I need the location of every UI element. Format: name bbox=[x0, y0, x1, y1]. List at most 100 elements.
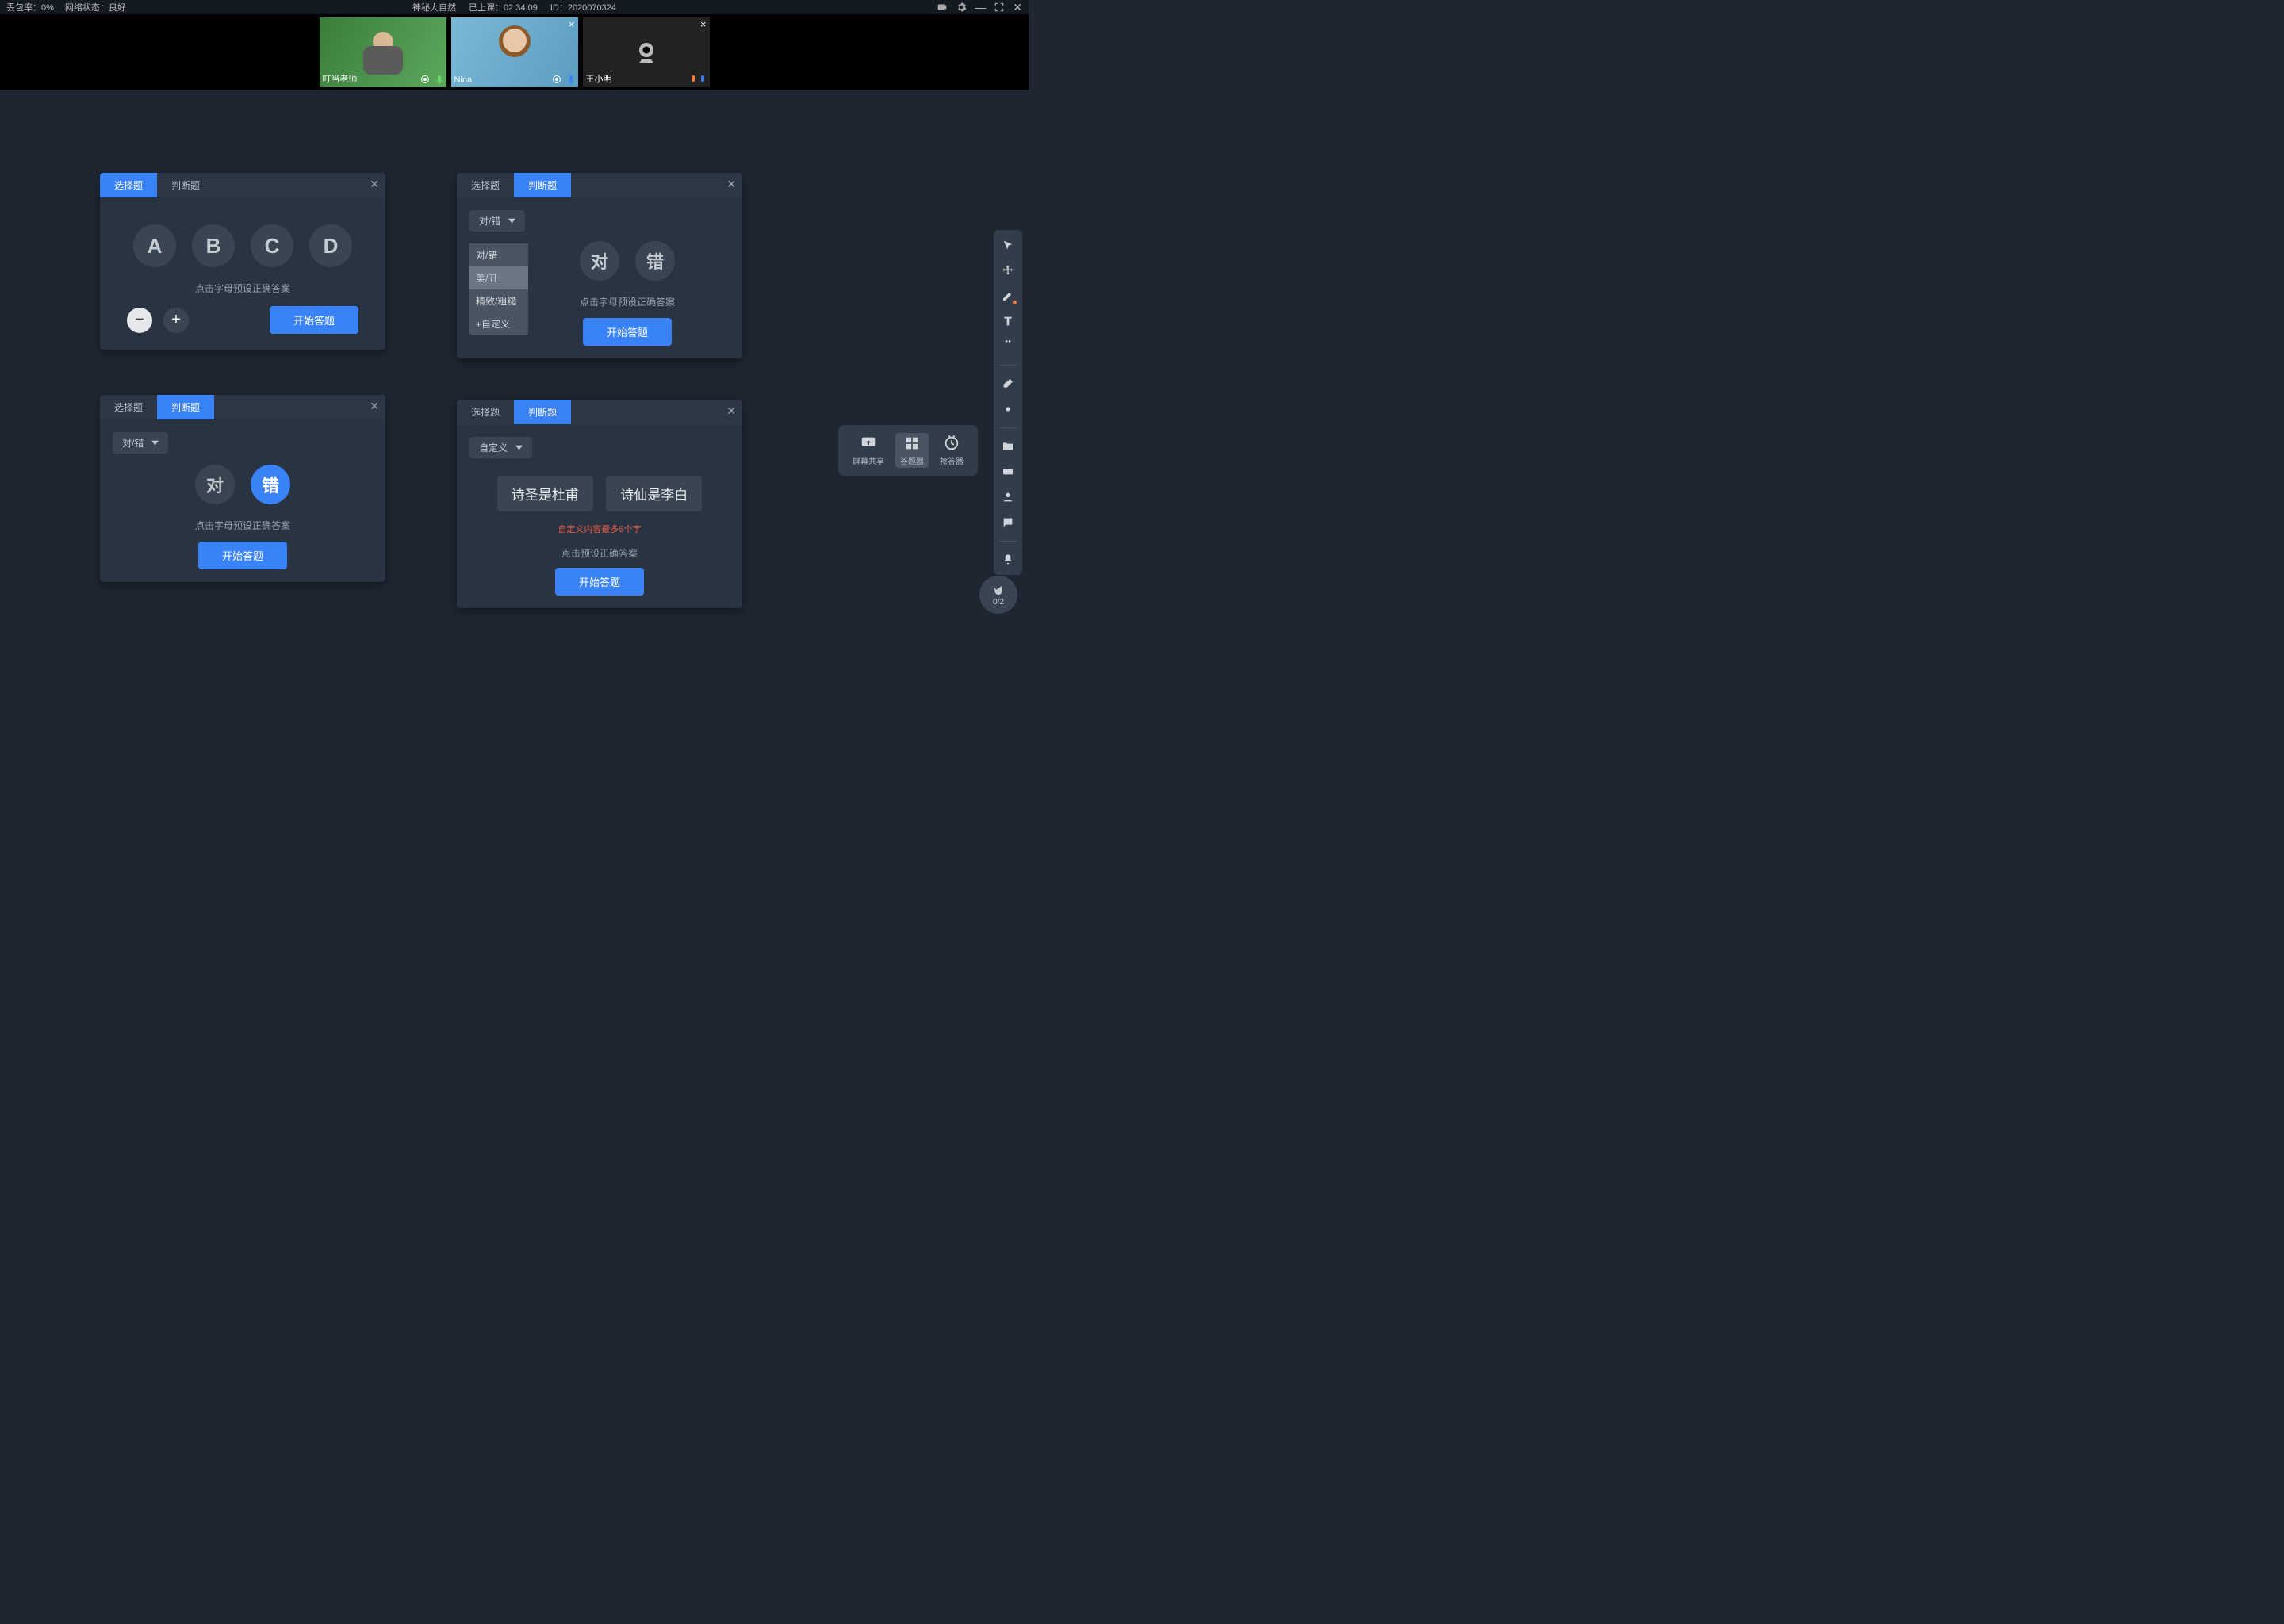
pen-tool[interactable] bbox=[999, 287, 1017, 304]
chat-tool[interactable] bbox=[999, 514, 1017, 531]
video-close-icon[interactable]: × bbox=[569, 19, 575, 29]
answer-panel-judge-dropdown: 选择题 判断题 ✕ 对/错 对/错 美/丑 精致/粗糙 +自定义 对 错 点击字… bbox=[457, 173, 742, 358]
video-bar: 叮当老师 × Nina × 王小明 bbox=[0, 14, 1029, 90]
mic-muted-icon bbox=[689, 75, 707, 85]
option-false[interactable]: 错 bbox=[251, 465, 290, 504]
tool-label: 抢答器 bbox=[940, 454, 964, 466]
option-b[interactable]: B bbox=[192, 224, 235, 267]
dropdown-item[interactable]: 美/丑 bbox=[469, 266, 528, 289]
start-answer-button[interactable]: 开始答题 bbox=[555, 568, 644, 596]
dropdown-value: 自定义 bbox=[479, 441, 508, 454]
start-answer-button[interactable]: 开始答题 bbox=[198, 542, 287, 569]
video-name: 王小明 bbox=[586, 72, 612, 85]
quick-answer-button[interactable]: 抢答器 bbox=[935, 433, 968, 468]
tool-label: 屏幕共享 bbox=[853, 454, 884, 466]
judge-type-dropdown[interactable]: 自定义 bbox=[469, 437, 532, 458]
record-indicator-icon bbox=[553, 75, 561, 83]
video-cell-teacher[interactable]: 叮当老师 bbox=[320, 17, 446, 87]
raise-hand-button[interactable]: 0/2 bbox=[979, 576, 1017, 614]
chevron-down-icon bbox=[508, 217, 515, 224]
cursor-tool[interactable] bbox=[999, 236, 1017, 254]
panel-close-icon[interactable]: ✕ bbox=[370, 400, 379, 413]
option-d[interactable]: D bbox=[309, 224, 352, 267]
panel-close-icon[interactable]: ✕ bbox=[370, 178, 379, 191]
tab-judge[interactable]: 判断题 bbox=[514, 400, 571, 424]
dropdown-value: 对/错 bbox=[479, 214, 500, 228]
tab-judge[interactable]: 判断题 bbox=[514, 173, 571, 197]
video-cell-student-2[interactable]: × 王小明 bbox=[583, 17, 710, 87]
packet-loss-value: 0% bbox=[41, 3, 54, 13]
panel-close-icon[interactable]: ✕ bbox=[726, 404, 736, 418]
remove-option-button[interactable]: − bbox=[127, 308, 152, 333]
mic-icon bbox=[435, 75, 443, 85]
dropdown-menu: 对/错 美/丑 精致/粗糙 +自定义 bbox=[469, 243, 528, 335]
screen-share-button[interactable]: 屏幕共享 bbox=[848, 433, 889, 468]
option-a[interactable]: A bbox=[133, 224, 176, 267]
tab-choice[interactable]: 选择题 bbox=[100, 395, 157, 419]
video-cell-student-1[interactable]: × Nina bbox=[451, 17, 578, 87]
custom-limit-warning: 自定义内容最多5个字 bbox=[469, 523, 730, 535]
option-false[interactable]: 错 bbox=[635, 241, 675, 281]
video-name: 叮当老师 bbox=[323, 72, 358, 85]
judge-type-dropdown[interactable]: 对/错 bbox=[469, 210, 525, 232]
eraser-tool[interactable] bbox=[999, 375, 1017, 393]
mic-icon bbox=[567, 75, 575, 85]
fullscreen-icon[interactable] bbox=[994, 2, 1005, 13]
hand-count: 0/2 bbox=[993, 598, 1004, 607]
camera-icon[interactable] bbox=[937, 2, 948, 13]
close-icon[interactable]: ✕ bbox=[1013, 1, 1022, 14]
chevron-down-icon bbox=[151, 439, 159, 446]
tab-judge[interactable]: 判断题 bbox=[157, 173, 214, 197]
hint-text: 点击字母预设正确答案 bbox=[525, 295, 730, 308]
settings-icon[interactable] bbox=[956, 2, 967, 13]
scissors-tool[interactable] bbox=[999, 338, 1017, 355]
hint-text: 点击字母预设正确答案 bbox=[113, 282, 373, 295]
tab-judge[interactable]: 判断题 bbox=[157, 395, 214, 419]
answer-panel-judge-custom: 选择题 判断题 ✕ 自定义 诗圣是杜甫 诗仙是李白 自定义内容最多5个字 点击预… bbox=[457, 400, 742, 608]
tab-choice[interactable]: 选择题 bbox=[457, 173, 514, 197]
class-time-value: 02:34:09 bbox=[504, 3, 538, 13]
tab-choice[interactable]: 选择题 bbox=[100, 173, 157, 197]
color-picker-tool[interactable] bbox=[999, 400, 1017, 418]
class-title: 神秘大自然 bbox=[412, 1, 456, 13]
user-tool[interactable] bbox=[999, 488, 1017, 506]
start-answer-button[interactable]: 开始答题 bbox=[270, 306, 358, 334]
answer-tool-button[interactable]: 答题器 bbox=[895, 433, 929, 468]
option-true[interactable]: 对 bbox=[195, 465, 235, 504]
class-time-label: 已上课： bbox=[469, 3, 504, 13]
hint-text: 点击字母预设正确答案 bbox=[113, 519, 373, 532]
webcam-off-icon bbox=[632, 38, 661, 67]
id-value: 2020070324 bbox=[568, 3, 616, 13]
video-name: Nina bbox=[454, 75, 473, 85]
answer-panel-judge-selected: 选择题 判断题 ✕ 对/错 对 错 点击字母预设正确答案 开始答题 bbox=[100, 395, 385, 582]
dropdown-item[interactable]: +自定义 bbox=[469, 312, 528, 335]
tab-choice[interactable]: 选择题 bbox=[457, 400, 514, 424]
network-label: 网络状态： bbox=[65, 3, 109, 13]
network-value: 良好 bbox=[109, 3, 126, 13]
id-label: ID： bbox=[550, 3, 568, 13]
minimize-icon[interactable]: — bbox=[975, 1, 986, 13]
bell-tool[interactable] bbox=[999, 551, 1017, 569]
text-tool[interactable] bbox=[999, 312, 1017, 330]
chevron-down-icon bbox=[515, 444, 523, 451]
start-answer-button[interactable]: 开始答题 bbox=[583, 318, 672, 346]
folder-tool[interactable] bbox=[999, 438, 1017, 455]
hand-icon bbox=[991, 583, 1006, 597]
teaching-tools-popup: 屏幕共享 答题器 抢答器 bbox=[838, 425, 978, 476]
keyboard-tool[interactable] bbox=[999, 463, 1017, 481]
add-option-button[interactable]: + bbox=[163, 308, 189, 333]
top-status-bar: 丢包率：0% 网络状态：良好 神秘大自然 已上课：02:34:09 ID：202… bbox=[0, 0, 1029, 14]
judge-type-dropdown[interactable]: 对/错 bbox=[113, 432, 168, 454]
custom-chip[interactable]: 诗仙是李白 bbox=[606, 476, 702, 511]
move-tool[interactable] bbox=[999, 262, 1017, 279]
option-true[interactable]: 对 bbox=[580, 241, 619, 281]
video-close-icon[interactable]: × bbox=[700, 19, 707, 29]
dropdown-item[interactable]: 精致/粗糙 bbox=[469, 289, 528, 312]
record-indicator-icon bbox=[421, 75, 429, 83]
dropdown-item[interactable]: 对/错 bbox=[469, 243, 528, 266]
option-c[interactable]: C bbox=[251, 224, 293, 267]
custom-chip[interactable]: 诗圣是杜甫 bbox=[497, 476, 593, 511]
panel-close-icon[interactable]: ✕ bbox=[726, 178, 736, 191]
right-toolbar bbox=[994, 230, 1022, 575]
packet-loss-label: 丢包率： bbox=[6, 3, 41, 13]
